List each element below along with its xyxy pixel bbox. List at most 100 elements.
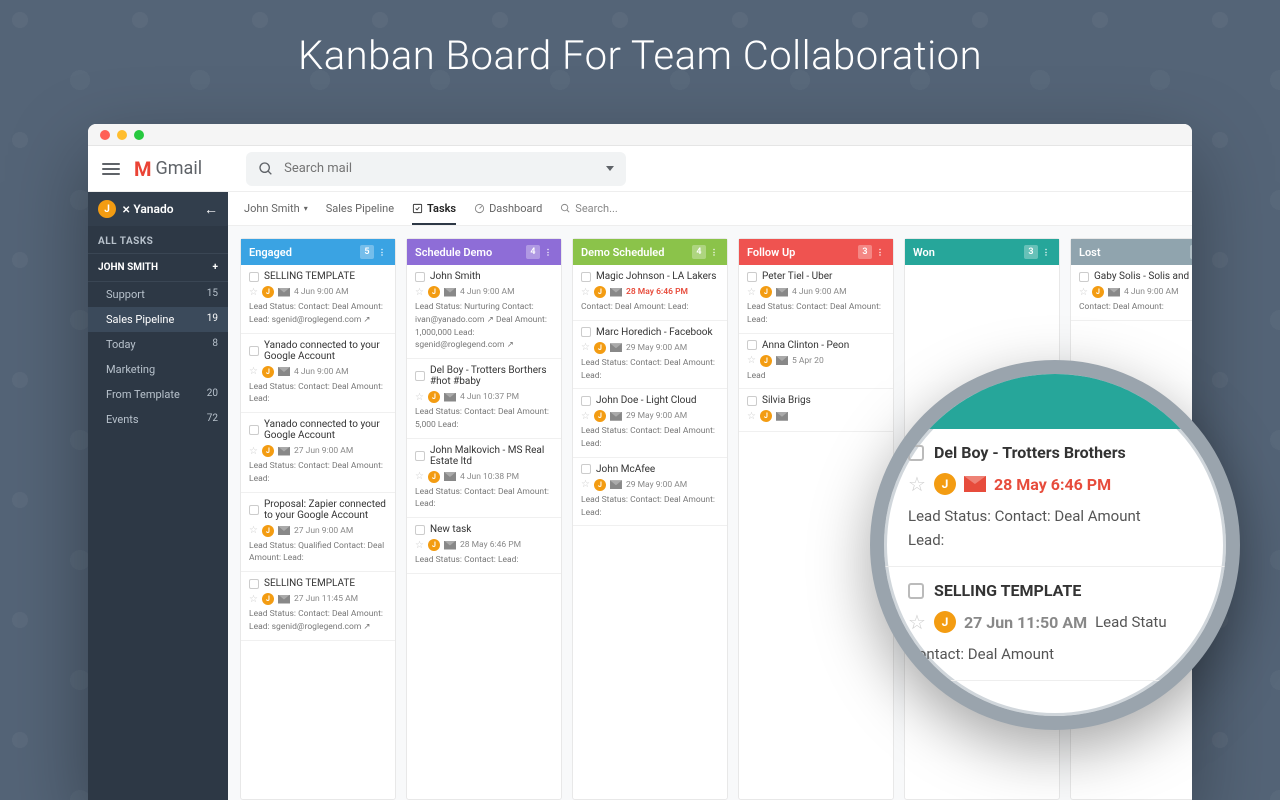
kanban-card[interactable]: Del Boy - Trotters Borthers #hot #baby ☆…	[407, 359, 561, 439]
add-icon[interactable]: +	[213, 262, 218, 273]
avatar: J	[760, 286, 772, 298]
checkbox-icon[interactable]	[415, 525, 425, 535]
star-icon[interactable]: ☆	[581, 411, 590, 422]
sidebar-item[interactable]: Support15	[88, 282, 228, 307]
checkbox-icon[interactable]	[581, 396, 591, 406]
sidebar-item[interactable]: Sales Pipeline19	[88, 307, 228, 332]
star-icon[interactable]: ☆	[581, 342, 590, 353]
star-icon[interactable]: ☆	[581, 479, 590, 490]
mail-icon	[776, 412, 788, 421]
column-header[interactable]: Engaged5⋮	[241, 239, 395, 265]
checkbox-icon[interactable]	[415, 451, 425, 461]
column-header[interactable]: Follow Up3⋮	[739, 239, 893, 265]
mail-icon	[444, 541, 456, 550]
column-header[interactable]: Lost1⋮	[1071, 239, 1192, 265]
kanban-card[interactable]: Gaby Solis - Solis and Sons ☆J4 Jun 9:00…	[1071, 265, 1192, 321]
checkbox-icon[interactable]	[581, 464, 591, 474]
star-icon[interactable]: ☆	[1079, 287, 1088, 298]
minimize-icon[interactable]	[117, 130, 127, 140]
star-icon[interactable]: ☆	[581, 287, 590, 298]
checkbox-icon[interactable]	[249, 272, 259, 282]
sidebar-all-tasks[interactable]: ALL TASKS	[88, 226, 228, 253]
star-icon[interactable]: ☆	[249, 366, 258, 377]
checkbox-icon[interactable]	[581, 272, 591, 282]
checkbox-icon[interactable]	[581, 327, 591, 337]
checkbox-icon[interactable]	[908, 445, 924, 461]
sidebar-item[interactable]: Marketing	[88, 357, 228, 382]
gmail-search[interactable]	[246, 152, 626, 186]
star-icon[interactable]: ☆	[249, 446, 258, 457]
kanban-card[interactable]: John McAfee ☆J29 May 9:00 AM Lead Status…	[573, 458, 727, 527]
checkbox-icon[interactable]	[249, 579, 259, 589]
star-icon[interactable]: ☆	[747, 355, 756, 366]
checkbox-icon[interactable]	[249, 346, 259, 356]
kanban-card[interactable]: SELLING TEMPLATE ☆J4 Jun 9:00 AM Lead St…	[241, 265, 395, 334]
checkbox-icon[interactable]	[415, 371, 425, 381]
checkbox-icon[interactable]	[747, 340, 757, 350]
mail-icon	[776, 356, 788, 365]
kanban-card[interactable]: SELLING TEMPLATE ☆J27 Jun 11:45 AM Lead …	[241, 572, 395, 641]
kanban-card[interactable]: Magic Johnson - LA Lakers ☆J28 May 6:46 …	[573, 265, 727, 321]
pipeline-label[interactable]: Sales Pipeline	[326, 194, 394, 223]
checkbox-icon[interactable]	[908, 583, 924, 599]
user-dropdown[interactable]: John Smith ▾	[244, 194, 308, 223]
kanban-card[interactable]: Anna Clinton - Peon ☆J5 Apr 20 Lead	[739, 334, 893, 390]
star-icon[interactable]: ☆	[747, 411, 756, 422]
tab-dashboard[interactable]: Dashboard	[474, 194, 542, 223]
mail-icon	[964, 476, 986, 492]
gmail-search-input[interactable]	[284, 161, 596, 176]
avatar: J	[262, 445, 274, 457]
star-icon[interactable]: ☆	[415, 287, 424, 298]
star-icon[interactable]: ☆	[908, 472, 926, 496]
kanban-card[interactable]: Peter Tiel - Uber ☆J4 Jun 9:00 AM Lead S…	[739, 265, 893, 334]
kanban-card[interactable]: John Smith ☆J4 Jun 9:00 AM Lead Status: …	[407, 265, 561, 359]
kanban-card[interactable]: John Malkovich - MS Real Estate ltd ☆J4 …	[407, 439, 561, 519]
tasks-icon	[412, 203, 423, 214]
maximize-icon[interactable]	[134, 130, 144, 140]
back-arrow-icon[interactable]: ←	[204, 201, 218, 218]
kanban-card[interactable]: Yanado connected to your Google Account …	[241, 334, 395, 414]
checkbox-icon[interactable]	[415, 272, 425, 282]
kanban-card[interactable]: Proposal: Zapier connected to your Googl…	[241, 493, 395, 573]
kanban-card[interactable]: John Doe - Light Cloud ☆J29 May 9:00 AM …	[573, 389, 727, 458]
sidebar-brand: J ✕ Yanado ←	[88, 192, 228, 226]
star-icon[interactable]: ☆	[415, 392, 424, 403]
hamburger-icon[interactable]	[102, 163, 120, 175]
close-icon[interactable]	[100, 130, 110, 140]
star-icon[interactable]: ☆	[908, 610, 926, 634]
magnifier-column-header: Won	[884, 374, 1226, 429]
toolbar-search[interactable]: Search...	[560, 202, 618, 215]
search-dropdown-icon[interactable]	[606, 166, 614, 171]
star-icon[interactable]: ☆	[249, 287, 258, 298]
avatar: J	[262, 525, 274, 537]
checkbox-icon[interactable]	[747, 272, 757, 282]
kanban-card[interactable]: Yanado connected to your Google Account …	[241, 413, 395, 493]
column-header[interactable]: Schedule Demo4⋮	[407, 239, 561, 265]
star-icon[interactable]: ☆	[415, 540, 424, 551]
checkbox-icon[interactable]	[249, 425, 259, 435]
star-icon[interactable]: ☆	[249, 594, 258, 605]
tab-tasks[interactable]: Tasks	[412, 194, 456, 225]
kanban-card[interactable]: Silvia Brigs ☆J	[739, 389, 893, 432]
kanban-card[interactable]: Marc Horedich - Facebook ☆J29 May 9:00 A…	[573, 321, 727, 390]
sidebar-item[interactable]: Today8	[88, 332, 228, 357]
mail-icon	[278, 288, 290, 297]
column-header[interactable]: Won3⋮	[905, 239, 1059, 265]
gmail-logo[interactable]: M Gmail	[134, 157, 202, 181]
magnifier-card1-date: 28 May 6:46 PM	[994, 475, 1111, 494]
avatar: J	[428, 391, 440, 403]
search-icon	[560, 203, 571, 214]
sidebar-item[interactable]: From Template20	[88, 382, 228, 407]
checkbox-icon[interactable]	[1079, 272, 1089, 282]
star-icon[interactable]: ☆	[415, 471, 424, 482]
sidebar-user-header[interactable]: JOHN SMITH +	[88, 253, 228, 282]
checkbox-icon[interactable]	[249, 505, 259, 515]
sidebar-item[interactable]: Events72	[88, 407, 228, 432]
kanban-card[interactable]: New task ☆J28 May 6:46 PM Lead Status: C…	[407, 518, 561, 574]
star-icon[interactable]: ☆	[747, 287, 756, 298]
avatar[interactable]: J	[98, 200, 116, 218]
star-icon[interactable]: ☆	[249, 525, 258, 536]
column-header[interactable]: Demo Scheduled4⋮	[573, 239, 727, 265]
magnifier-card1-title: Del Boy - Trotters Brothers	[934, 443, 1126, 462]
checkbox-icon[interactable]	[747, 396, 757, 406]
